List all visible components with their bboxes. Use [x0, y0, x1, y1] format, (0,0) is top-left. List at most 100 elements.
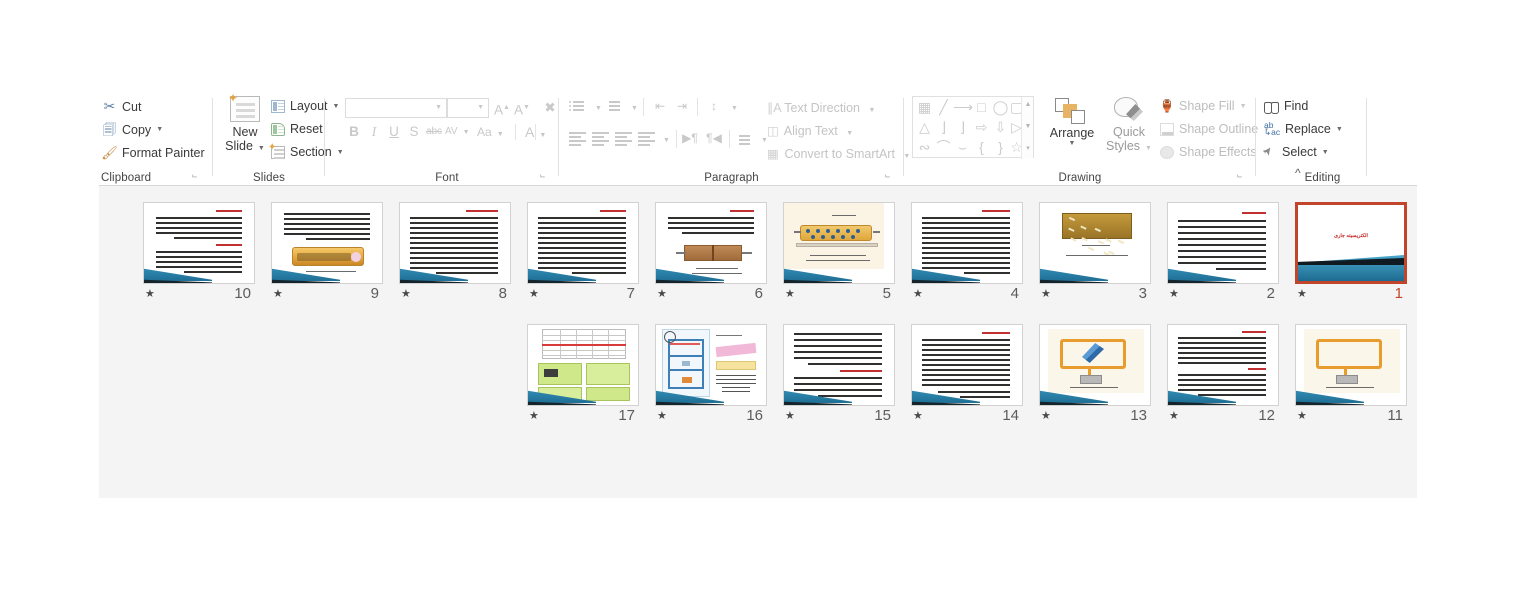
- left-brace-shape[interactable]: {: [972, 138, 991, 157]
- curve-shape[interactable]: ⌒: [934, 138, 953, 157]
- chevron-down-icon[interactable]: ▼: [655, 130, 673, 147]
- more-shapes-icon[interactable]: ▾: [1024, 145, 1032, 152]
- chevron-down-icon[interactable]: ▼: [435, 104, 442, 111]
- font-name-input[interactable]: ▼: [345, 98, 447, 118]
- slide-thumbnail-6[interactable]: ★ 6: [655, 202, 767, 304]
- slide-thumbnail-15[interactable]: ★ 15: [783, 324, 895, 426]
- text-direction-button[interactable]: ∥A Text Direction ▼: [767, 100, 875, 115]
- shapes-gallery-scrollbar[interactable]: ▲ ▼ ▾: [1021, 97, 1033, 159]
- slide-thumbnail-16[interactable]: ★ 16: [655, 324, 767, 426]
- chevron-down-icon[interactable]: ▼: [1042, 140, 1102, 147]
- right-to-left-icon[interactable]: ¶◀: [705, 130, 723, 147]
- character-spacing-button[interactable]: AV ▼: [445, 123, 470, 141]
- arrange-button[interactable]: Arrange ▼: [1042, 96, 1102, 147]
- font-color-button[interactable]: A ▼: [525, 123, 546, 141]
- arc-shape[interactable]: ⌣: [953, 138, 972, 157]
- italic-button[interactable]: I: [365, 123, 383, 141]
- slide-thumbnail-14[interactable]: ★ 14: [911, 324, 1023, 426]
- align-left-icon[interactable]: [569, 132, 586, 146]
- chevron-down-icon[interactable]: ▼: [587, 98, 605, 115]
- format-painter-button[interactable]: Format Painter: [102, 145, 205, 160]
- chevron-down-icon[interactable]: ▼: [623, 98, 641, 115]
- chevron-down-icon[interactable]: ▼: [1145, 145, 1152, 152]
- elbow-connector-shape[interactable]: ⌋: [934, 118, 953, 137]
- select-button[interactable]: Select ▼: [1264, 145, 1329, 159]
- slide-thumbnail-4[interactable]: ★ 4: [911, 202, 1023, 304]
- chevron-down-icon[interactable]: ▼: [477, 104, 484, 111]
- numbering-icon[interactable]: [605, 100, 622, 113]
- align-text-button[interactable]: ◫ Align Text ▼: [767, 123, 853, 138]
- copy-button[interactable]: Copy ▼: [102, 122, 163, 137]
- chevron-down-icon[interactable]: ▼: [1240, 103, 1247, 110]
- replace-button[interactable]: ab ↳ac Replace ▼: [1264, 121, 1343, 137]
- clear-formatting-icon[interactable]: ✖: [541, 99, 559, 117]
- chevron-down-icon[interactable]: ▼: [258, 145, 265, 152]
- scroll-down-icon[interactable]: ▼: [1024, 123, 1032, 130]
- strikethrough-button[interactable]: abc: [425, 123, 443, 141]
- chevron-down-icon[interactable]: ▼: [1322, 149, 1329, 156]
- shape-fill-button[interactable]: Shape Fill ▼: [1160, 99, 1247, 113]
- textbox-shape[interactable]: ▦: [915, 98, 934, 117]
- shape-effects-button[interactable]: Shape Effects ▼: [1160, 145, 1269, 159]
- shape-outline-button[interactable]: Shape Outline ▼: [1160, 122, 1270, 136]
- arrow-shape[interactable]: ⟶: [953, 98, 973, 117]
- new-slide-button[interactable]: ✦ New Slide ▼: [221, 92, 269, 153]
- right-arrow-shape[interactable]: ⇨: [972, 118, 991, 137]
- font-dialog-launcher[interactable]: [540, 171, 551, 182]
- paragraph-dialog-launcher[interactable]: [885, 171, 896, 182]
- scroll-up-icon[interactable]: ▲: [1024, 101, 1032, 108]
- slide-thumbnail-3[interactable]: ★ 3: [1039, 202, 1151, 304]
- decrease-font-size-button[interactable]: A▼: [513, 99, 531, 118]
- change-case-button[interactable]: Aa ▼: [477, 123, 504, 141]
- bullets-icon[interactable]: [569, 100, 586, 113]
- rectangle-shape[interactable]: □: [972, 98, 991, 117]
- section-button[interactable]: ✦ Section ▼: [268, 142, 344, 159]
- slide-thumbnail-17[interactable]: ★ 17: [527, 324, 639, 426]
- shapes-gallery[interactable]: ▦ ╱ ⟶ □ ◯ ▢ △ ⌋ ⌋ ⇨ ⇩ ▷ ∾ ⌒ ⌣ { } ☆ ▲ ▼ …: [912, 96, 1034, 159]
- bold-button[interactable]: B: [345, 123, 363, 141]
- slide-thumbnail-8[interactable]: ★ 8: [399, 202, 511, 304]
- slide-thumbnail-5[interactable]: ★ 5: [783, 202, 895, 304]
- slide-thumbnail-9[interactable]: ★ 9: [271, 202, 383, 304]
- columns-icon[interactable]: [735, 134, 752, 147]
- slide-thumbnail-2[interactable]: ★ 2: [1167, 202, 1279, 304]
- elbow-arrow-shape[interactable]: ⌋: [953, 118, 972, 137]
- chevron-down-icon[interactable]: ▼: [156, 126, 163, 133]
- cut-button[interactable]: Cut: [102, 99, 141, 114]
- line-shape[interactable]: ╱: [934, 98, 953, 117]
- chevron-down-icon[interactable]: ▼: [539, 132, 546, 139]
- slide-sorter-pane[interactable]: ★ 10 ★ 9 ★ 8 ★ 7 ★ 6 ★ 5 ★ 4 ★ 3 ★ 2 الک…: [99, 186, 1417, 498]
- left-to-right-icon[interactable]: ▶¶: [681, 130, 699, 147]
- underline-button[interactable]: U: [385, 123, 403, 141]
- slide-thumbnail-7[interactable]: ★ 7: [527, 202, 639, 304]
- align-center-icon[interactable]: [592, 132, 609, 146]
- triangle-shape[interactable]: △: [915, 118, 934, 137]
- slide-thumbnail-1[interactable]: الکتریسیته جاری ★ 1: [1295, 202, 1407, 304]
- layout-button[interactable]: Layout ▼: [271, 99, 339, 113]
- slide-thumbnail-11[interactable]: ★ 11: [1295, 324, 1407, 426]
- line-spacing-icon[interactable]: ↕: [705, 98, 723, 115]
- increase-font-size-button[interactable]: A▲: [493, 99, 511, 118]
- collapse-ribbon-button[interactable]: ^: [1295, 166, 1301, 180]
- clipboard-dialog-launcher[interactable]: [192, 171, 203, 182]
- reset-button[interactable]: Reset: [271, 122, 323, 136]
- text-shadow-button[interactable]: S: [405, 123, 423, 141]
- increase-indent-icon[interactable]: ⇥: [673, 98, 691, 115]
- justify-icon[interactable]: [638, 132, 655, 146]
- chevron-down-icon[interactable]: ▼: [497, 131, 504, 138]
- quick-styles-button[interactable]: Quick Styles ▼: [1103, 96, 1155, 153]
- convert-to-smartart-button[interactable]: ▦ Convert to SmartArt ▼: [767, 146, 910, 161]
- chevron-down-icon[interactable]: ▼: [868, 107, 875, 114]
- chevron-down-icon[interactable]: ▼: [1336, 126, 1343, 133]
- slide-thumbnail-10[interactable]: ★ 10: [143, 202, 255, 304]
- font-size-input[interactable]: ▼: [447, 98, 489, 118]
- find-button[interactable]: Find: [1264, 99, 1308, 114]
- slide-thumbnail-13[interactable]: ★ 13: [1039, 324, 1151, 426]
- slide-thumbnail-12[interactable]: ★ 12: [1167, 324, 1279, 426]
- freeform-shape[interactable]: ∾: [915, 138, 934, 157]
- chevron-down-icon[interactable]: ▼: [463, 129, 470, 136]
- chevron-down-icon[interactable]: ▼: [846, 130, 853, 137]
- chevron-down-icon[interactable]: ▼: [723, 98, 741, 115]
- align-right-icon[interactable]: [615, 132, 632, 146]
- decrease-indent-icon[interactable]: ⇤: [651, 98, 669, 115]
